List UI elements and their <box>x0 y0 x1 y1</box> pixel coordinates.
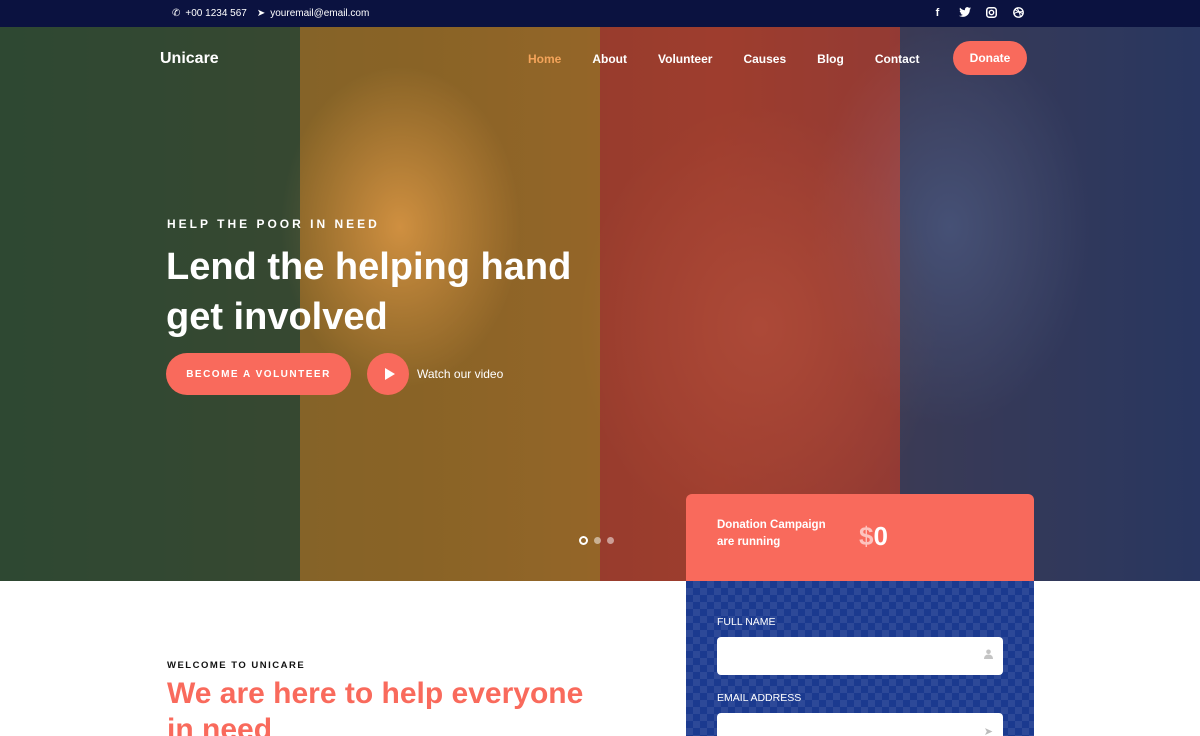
email-contact[interactable]: ➤ youremail@email.com <box>257 8 369 19</box>
currency-symbol: $ <box>859 521 874 551</box>
campaign-line-2: are running <box>717 536 781 548</box>
main-nav: Home About Volunteer Causes Blog Contact <box>528 52 951 66</box>
donation-form: FULL NAME EMAIL ADDRESS ➤ <box>686 581 1034 736</box>
paper-plane-icon: ➤ <box>983 726 993 736</box>
slider-dot-1[interactable] <box>579 536 588 545</box>
amount-value: 0 <box>873 521 888 551</box>
nav-blog[interactable]: Blog <box>817 52 844 66</box>
nav-contact[interactable]: Contact <box>875 52 920 66</box>
paper-plane-icon: ➤ <box>256 8 266 19</box>
user-icon <box>984 649 993 662</box>
hero-kicker: HELP THE POOR IN NEED <box>167 217 380 231</box>
top-bar: ✆ +00 1234 567 ➤ youremail@email.com f <box>0 0 1200 27</box>
slider-dot-3[interactable] <box>607 537 614 544</box>
hero-headline: Lend the helping hand get involved <box>166 242 686 342</box>
donation-campaign-header: Donation Campaign are running $0 <box>686 494 1034 581</box>
nav-home[interactable]: Home <box>528 52 561 66</box>
full-name-field[interactable] <box>717 637 1003 675</box>
donation-amount: $0 <box>859 521 888 552</box>
campaign-text: Donation Campaign are running <box>717 517 847 551</box>
phone-contact[interactable]: ✆ +00 1234 567 <box>172 8 247 19</box>
email-address-field[interactable]: ➤ <box>717 713 1003 736</box>
donate-button[interactable]: Donate <box>953 41 1027 75</box>
campaign-line-1: Donation Campaign <box>717 519 826 531</box>
hero-headline-line-1: Lend the helping hand <box>166 246 572 288</box>
contact-info: ✆ +00 1234 567 ➤ youremail@email.com <box>172 8 369 19</box>
twitter-icon[interactable] <box>958 6 971 19</box>
play-icon <box>384 368 395 380</box>
brand-logo[interactable]: Unicare <box>160 50 219 68</box>
become-volunteer-button[interactable]: BECOME A VOLUNTEER <box>166 353 351 395</box>
slider-dots <box>579 536 614 545</box>
welcome-title: We are here to help everyone in need <box>167 677 584 736</box>
email-address-label: EMAIL ADDRESS <box>717 692 802 704</box>
hero-headline-line-2: get involved <box>166 296 388 338</box>
nav-causes[interactable]: Causes <box>743 52 786 66</box>
welcome-kicker: WELCOME TO UNICARE <box>167 660 306 671</box>
full-name-label: FULL NAME <box>717 616 776 628</box>
nav-about[interactable]: About <box>592 52 627 66</box>
email-address: youremail@email.com <box>270 8 370 19</box>
play-video-button[interactable] <box>367 353 409 395</box>
dribbble-icon[interactable] <box>1012 6 1025 19</box>
slider-dot-2[interactable] <box>594 537 601 544</box>
phone-icon: ✆ <box>172 8 181 19</box>
watch-video-link[interactable]: Watch our video <box>417 367 503 381</box>
nav-volunteer[interactable]: Volunteer <box>658 52 712 66</box>
phone-number: +00 1234 567 <box>185 8 247 19</box>
facebook-icon[interactable]: f <box>931 6 944 19</box>
instagram-icon[interactable] <box>985 6 998 19</box>
social-links: f <box>931 6 1025 19</box>
